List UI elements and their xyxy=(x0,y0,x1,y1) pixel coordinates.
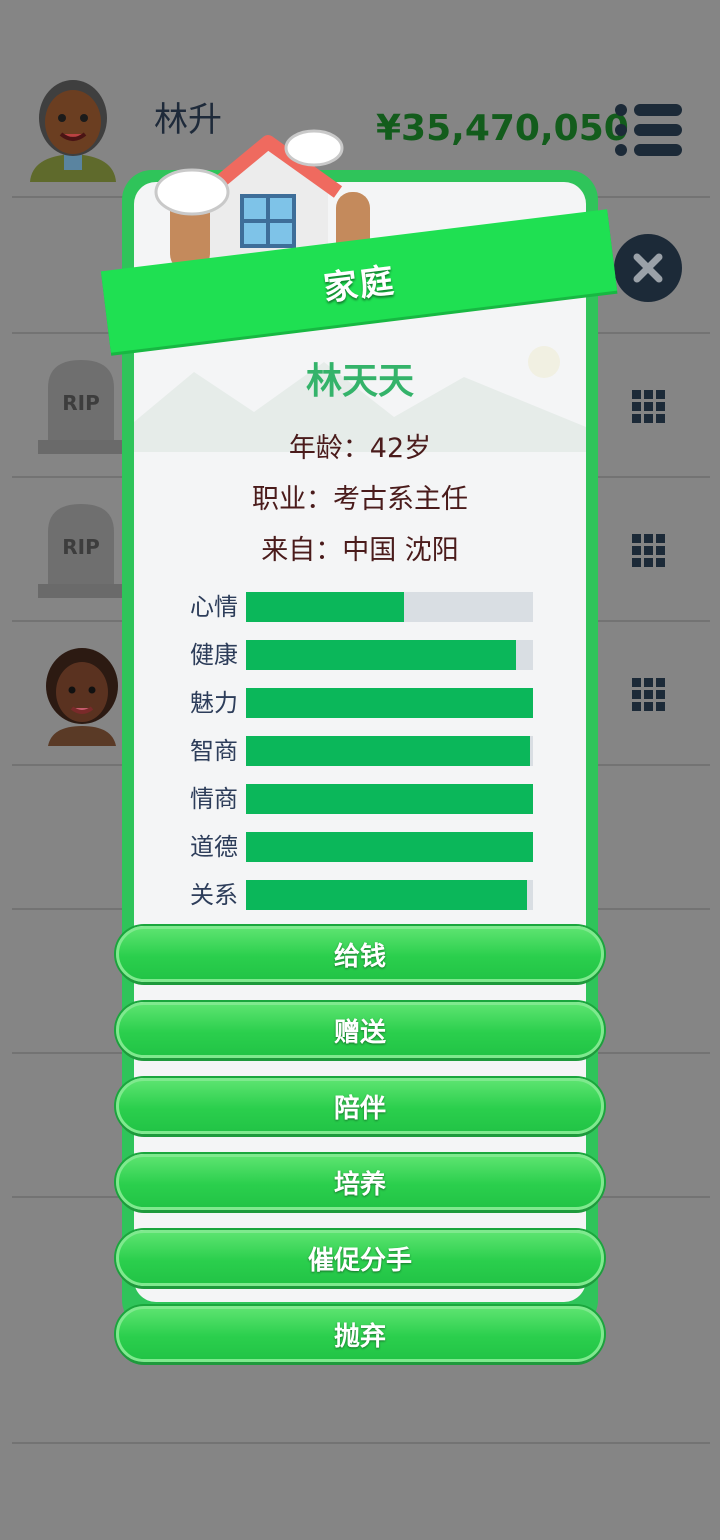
stat-bar-track xyxy=(246,640,533,670)
money-balance: ¥35,470,050 xyxy=(376,108,629,149)
close-button[interactable] xyxy=(614,234,682,302)
stat-row-relationship: 关系 xyxy=(180,878,540,912)
nurture-button[interactable]: 培养 xyxy=(116,1154,604,1210)
person-origin: 来自：中国 沈阳 xyxy=(261,535,459,566)
stat-row-iq: 智商 xyxy=(180,734,540,768)
stat-bar-fill xyxy=(246,880,528,910)
stat-bar-fill xyxy=(246,832,533,862)
stat-bar-track xyxy=(246,832,533,862)
stat-bar-track xyxy=(246,688,533,718)
stat-label: 关系 xyxy=(190,881,238,909)
abandon-button[interactable]: 抛弃 xyxy=(116,1306,604,1362)
stat-bar-fill xyxy=(246,688,533,718)
tombstone-avatar[interactable]: RIP xyxy=(38,502,124,598)
stat-row-charm: 魅力 xyxy=(180,686,540,720)
accompany-button[interactable]: 陪伴 xyxy=(116,1078,604,1134)
stat-row-morality: 道德 xyxy=(180,830,540,864)
stat-row-health: 健康 xyxy=(180,638,540,672)
stat-label: 心情 xyxy=(190,593,238,621)
stat-label: 健康 xyxy=(190,641,238,669)
close-icon xyxy=(633,253,663,283)
relative-avatar[interactable] xyxy=(42,646,132,746)
stat-label: 魅力 xyxy=(190,689,238,717)
person-job: 职业：考古系主任 xyxy=(252,484,468,515)
stat-bar-fill xyxy=(246,736,531,766)
person-name: 林天天 xyxy=(305,361,414,402)
stat-bar-track xyxy=(246,880,533,910)
give-money-button[interactable]: 给钱 xyxy=(116,926,604,982)
stat-label: 道德 xyxy=(190,833,238,861)
grid-icon[interactable] xyxy=(632,678,666,712)
gift-button[interactable]: 赠送 xyxy=(116,1002,604,1058)
stat-bar-fill xyxy=(246,592,404,622)
stat-bar-track xyxy=(246,784,533,814)
modal-title: 家庭 xyxy=(321,260,398,309)
player-avatar[interactable] xyxy=(28,74,118,184)
cloud-icon xyxy=(284,129,344,167)
cloud-icon xyxy=(154,168,230,216)
tombstone-avatar[interactable]: RIP xyxy=(38,358,124,454)
divider xyxy=(12,1442,710,1444)
stat-label: 情商 xyxy=(190,785,238,813)
grid-icon[interactable] xyxy=(632,534,666,568)
urge-breakup-button[interactable]: 催促分手 xyxy=(116,1230,604,1286)
grid-icon[interactable] xyxy=(632,390,666,424)
stat-label: 智商 xyxy=(190,737,238,765)
stat-row-mood: 心情 xyxy=(180,590,540,624)
person-age: 年龄：42岁 xyxy=(288,433,432,464)
menu-icon[interactable] xyxy=(614,103,684,157)
stat-bar-fill xyxy=(246,784,533,814)
tomb-text: RIP xyxy=(62,535,100,559)
stat-bar-fill xyxy=(246,640,516,670)
tomb-text: RIP xyxy=(62,391,100,415)
stat-bar-track xyxy=(246,736,533,766)
stat-bar-track xyxy=(246,592,533,622)
stat-row-eq: 情商 xyxy=(180,782,540,816)
